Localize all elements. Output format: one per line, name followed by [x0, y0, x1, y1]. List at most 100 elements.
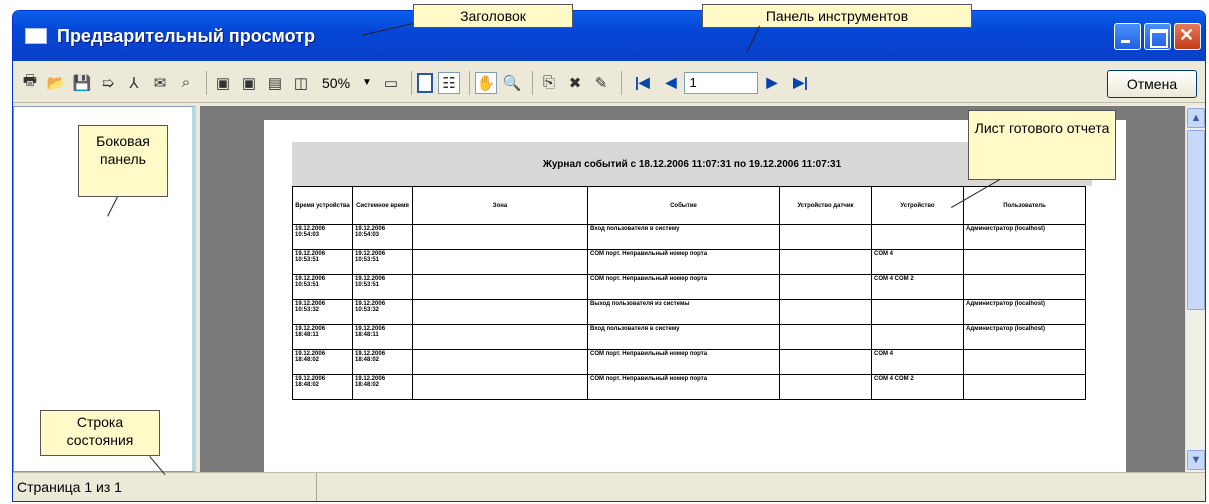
close-button[interactable] [1174, 23, 1201, 50]
table-cell [779, 274, 872, 300]
find-icon[interactable]: ⌕ [175, 72, 197, 94]
table-cell: 19.12.2006 18:48:02 [292, 349, 353, 375]
column-header: Системное время [352, 186, 413, 225]
next-page-icon[interactable]: ▶ [766, 74, 777, 91]
table-cell: 19.12.2006 10:53:32 [352, 299, 413, 325]
page-number-input[interactable] [684, 71, 759, 94]
table-cell: 19.12.2006 10:53:51 [292, 274, 353, 300]
minimize-button[interactable] [1114, 23, 1141, 50]
table-cell: 19.12.2006 18:48:02 [352, 349, 413, 375]
window-title: Предварительный просмотр [57, 25, 315, 46]
callout-title: Заголовок [413, 4, 573, 28]
scroll-thumb[interactable] [1187, 130, 1205, 310]
preview-window: Предварительный просмотр 🖶 📂 💾 ➯ ⅄ ✉ ⌕ ▣… [12, 10, 1206, 502]
table-row: 19.12.2006 10:53:32 19.12.2006 10:53:32 Вы… [292, 299, 1086, 325]
first-page-icon[interactable]: |◀ [635, 74, 650, 91]
table-cell: Администратор (localhost) [963, 299, 1086, 325]
table-cell: 19.12.2006 10:54:03 [352, 224, 413, 250]
title-bar[interactable]: Предварительный просмотр [13, 11, 1205, 61]
table-cell [779, 374, 872, 400]
table-cell: 19.12.2006 10:54:03 [292, 224, 353, 250]
save-icon[interactable]: 💾 [71, 72, 93, 94]
add-page-icon[interactable]: ⎘ [538, 72, 560, 94]
table-cell: 19.12.2006 18:48:02 [352, 374, 413, 400]
scroll-down-icon[interactable]: ▼ [1187, 450, 1205, 470]
print-icon[interactable]: 🖶 [19, 72, 41, 94]
page-layout-1-icon[interactable]: ▣ [212, 72, 234, 94]
table-cell: COM порт. Неправильный номер порта [587, 374, 780, 400]
zoom-tool-icon[interactable]: 🔍 [501, 72, 523, 94]
table-header-row: Время устройства Системное время Зона Событ… [292, 186, 1086, 225]
table-cell [412, 274, 588, 300]
table-cell [779, 349, 872, 375]
callout-sidebar: Боковая панель [78, 125, 168, 197]
page-status: Страница 1 из 1 [13, 473, 317, 501]
separator [469, 70, 470, 95]
page-layout-4-icon[interactable]: ◫ [290, 72, 312, 94]
zoom-value: 50% [322, 74, 351, 91]
maximize-button[interactable] [1144, 23, 1171, 50]
page-layout-2-icon[interactable]: ▣ [238, 72, 260, 94]
table-cell [412, 299, 588, 325]
table-cell [412, 349, 588, 375]
column-header: Время устройства [292, 186, 353, 225]
table-cell: Выход пользователя из системы [587, 299, 780, 325]
last-page-icon[interactable]: ▶| [793, 74, 808, 91]
page-layout-3-icon[interactable]: ▤ [264, 72, 286, 94]
callout-toolbar: Панель инструментов [702, 4, 972, 28]
hand-tool-icon[interactable]: ✋ [475, 71, 497, 94]
column-header: Устройство [871, 186, 964, 225]
outline-toggle-icon[interactable]: ☷ [438, 71, 460, 94]
pdf-export-icon[interactable]: ⅄ [123, 72, 145, 94]
zoom-select[interactable]: 50% ▼ [322, 74, 374, 92]
column-header: Пользователь [963, 186, 1086, 225]
column-header: Зона [412, 186, 588, 225]
table-cell [963, 349, 1086, 375]
open-folder-icon[interactable]: 📂 [45, 72, 67, 94]
table-cell: Вход пользователя в систему [587, 224, 780, 250]
table-cell: COM порт. Неправильный номер порта [587, 249, 780, 275]
table-cell: Администратор (localhost) [963, 224, 1086, 250]
table-cell [412, 224, 588, 250]
delete-page-icon[interactable]: ✖ [564, 72, 586, 94]
table-cell [412, 249, 588, 275]
app-icon [25, 28, 47, 44]
table-cell: COM 4 [871, 249, 964, 275]
table-cell: COM 4 COM 2 [871, 274, 964, 300]
prev-page-icon[interactable]: ◀ [666, 74, 677, 91]
table-cell [779, 249, 872, 275]
table-cell: 19.12.2006 10:53:51 [292, 249, 353, 275]
email-icon[interactable]: ✉ [149, 72, 171, 94]
edit-page-icon[interactable]: ✎ [590, 72, 612, 94]
separator [411, 70, 412, 95]
table-cell: 19.12.2006 18:48:11 [352, 324, 413, 350]
callout-statusbar: Строка состояния [40, 410, 160, 456]
table-cell: COM порт. Неправильный номер порта [587, 349, 780, 375]
separator [621, 70, 622, 95]
single-page-icon[interactable] [417, 72, 433, 93]
separator [206, 70, 207, 95]
table-cell [779, 324, 872, 350]
page-setup-icon[interactable]: ▭ [380, 72, 402, 94]
table-cell: 19.12.2006 10:53:51 [352, 249, 413, 275]
table-cell: COM 4 [871, 349, 964, 375]
table-cell: COM порт. Неправильный номер порта [587, 274, 780, 300]
export-icon[interactable]: ➯ [97, 72, 119, 94]
toolbar: 🖶 📂 💾 ➯ ⅄ ✉ ⌕ ▣ ▣ ▤ ◫ 50% ▼ ▭ ☷ ✋ 🔍 ⎘ ✖ … [13, 63, 1205, 103]
table-cell [871, 299, 964, 325]
cancel-button[interactable]: Отмена [1107, 70, 1197, 98]
table-cell: 19.12.2006 18:48:11 [292, 324, 353, 350]
report-table: Время устройства Системное время Зона Событ… [292, 186, 1086, 400]
table-cell [779, 299, 872, 325]
table-row: 19.12.2006 10:54:03 19.12.2006 10:54:03 Вх… [292, 224, 1086, 250]
vertical-scrollbar[interactable]: ▲ ▼ [1185, 106, 1205, 472]
table-row: 19.12.2006 10:53:51 19.12.2006 10:53:51 CO… [292, 249, 1086, 275]
table-cell [871, 324, 964, 350]
separator [532, 70, 533, 95]
table-cell: 19.12.2006 10:53:51 [352, 274, 413, 300]
scroll-up-icon[interactable]: ▲ [1187, 108, 1205, 128]
table-cell: Администратор (localhost) [963, 324, 1086, 350]
table-cell [412, 324, 588, 350]
column-header: Устройство датчик [779, 186, 872, 225]
chevron-down-icon[interactable]: ▼ [360, 74, 374, 92]
